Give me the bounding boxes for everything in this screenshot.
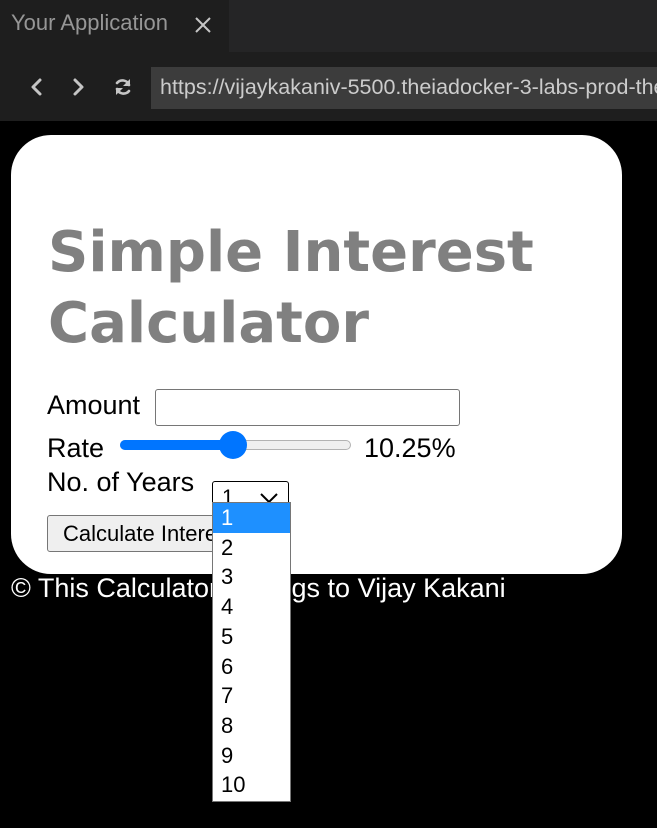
calculate-button-label: Calculate Interest (63, 521, 235, 546)
years-option-1[interactable]: 1 (213, 503, 290, 533)
years-option-9[interactable]: 9 (213, 741, 290, 771)
rate-value: 10.25% (364, 433, 456, 463)
years-option-label: 2 (221, 534, 234, 560)
years-option-label: 4 (221, 594, 234, 620)
years-option-label: 1 (221, 505, 234, 530)
url-field[interactable]: https://vijaykakaniv-5500.theiadocker-3-… (151, 67, 657, 109)
years-option-3[interactable]: 3 (213, 562, 290, 592)
years-dropdown-list: 1 2 3 4 5 6 7 8 9 10 (212, 502, 291, 802)
slider-thumb[interactable] (219, 431, 248, 459)
years-option-label: 7 (221, 683, 234, 709)
years-option-label: 9 (221, 742, 234, 768)
calculator-card: Simple Interest Calculator Amount Rate 1… (11, 135, 622, 574)
years-option-6[interactable]: 6 (213, 652, 290, 682)
rate-slider[interactable] (120, 430, 351, 460)
years-option-label: 3 (221, 564, 234, 590)
years-option-label: 5 (221, 623, 234, 649)
amount-input[interactable] (155, 389, 460, 426)
reload-icon[interactable] (112, 76, 134, 98)
tab-your-application[interactable]: Your Application (0, 0, 229, 52)
years-option-10[interactable]: 10 (213, 770, 290, 800)
chevron-left-icon[interactable] (26, 76, 48, 98)
slider-fill (120, 440, 234, 450)
url-text: https://vijaykakaniv-5500.theiadocker-3-… (160, 75, 657, 99)
page-content: Simple Interest Calculator Amount Rate 1… (0, 121, 657, 828)
years-option-7[interactable]: 7 (213, 681, 290, 711)
amount-label: Amount (47, 390, 141, 420)
chevron-right-icon[interactable] (67, 76, 89, 98)
years-option-8[interactable]: 8 (213, 711, 290, 741)
tab-strip: Your Application (0, 0, 657, 52)
years-option-label: 10 (221, 772, 246, 798)
rate-label: Rate (47, 433, 105, 463)
address-bar: https://vijaykakaniv-5500.theiadocker-3-… (0, 52, 657, 121)
years-option-2[interactable]: 2 (213, 533, 290, 563)
years-option-label: 8 (221, 712, 234, 738)
years-option-label: 6 (221, 653, 234, 679)
years-option-5[interactable]: 5 (213, 622, 290, 652)
close-icon[interactable] (192, 14, 214, 36)
years-option-4[interactable]: 4 (213, 592, 290, 622)
tab-title: Your Application (11, 10, 168, 35)
page-title: Simple Interest Calculator (48, 220, 534, 356)
years-label: No. of Years (47, 467, 195, 497)
